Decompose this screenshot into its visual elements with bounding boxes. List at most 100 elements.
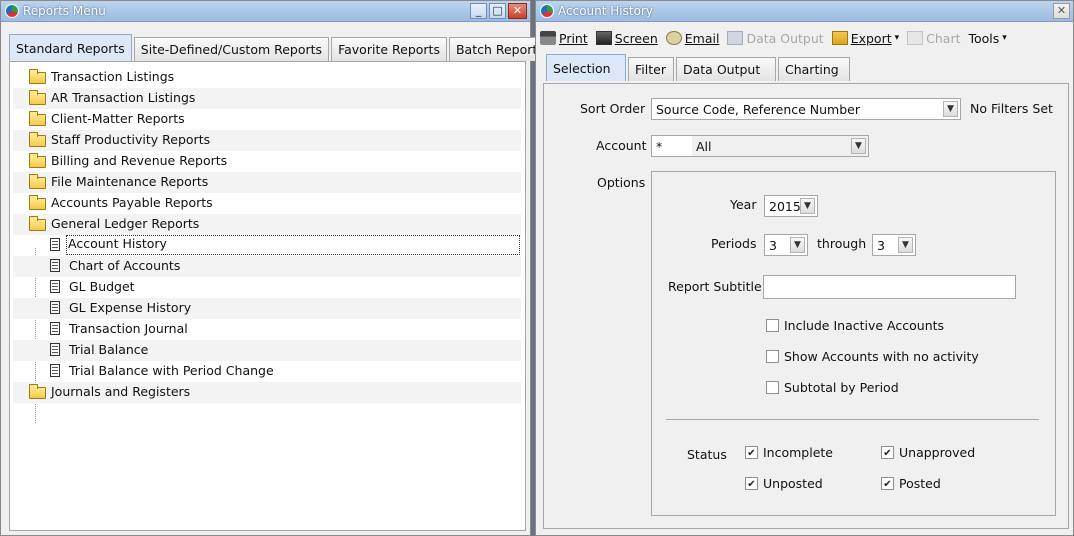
maximize-button[interactable]: □	[489, 3, 506, 19]
tree-report-trial-balance-with-period-change[interactable]: Trial Balance with Period Change	[13, 361, 521, 382]
close-button[interactable]: ✕	[1053, 3, 1070, 19]
account-history-window: Account History ✕ Print Screen Email Dat…	[535, 0, 1074, 536]
tree-report-transaction-journal[interactable]: Transaction Journal	[13, 319, 521, 340]
app-logo-icon	[540, 4, 554, 18]
show-no-activity-checkbox[interactable]: Show Accounts with no activity	[766, 349, 979, 364]
period-from-select[interactable]: 3 ▼	[764, 234, 808, 256]
monitor-icon	[595, 31, 612, 45]
tree-report-account-history[interactable]: Account History	[13, 235, 521, 256]
status-incomplete-checkbox[interactable]: Incomplete	[745, 445, 833, 460]
report-tree-panel: Transaction Listings AR Transaction Listi…	[9, 61, 526, 531]
tree-item-label: Transaction Listings	[51, 69, 175, 84]
folder-icon	[29, 69, 46, 84]
sort-order-select[interactable]: Source Code, Reference Number ▼	[651, 98, 961, 120]
tree-report-gl-expense-history[interactable]: GL Expense History	[13, 298, 521, 319]
tree-folder-file-maintenance-reports[interactable]: File Maintenance Reports	[13, 172, 521, 193]
tab-standard-reports[interactable]: Standard Reports	[9, 34, 132, 61]
tree-item-label: Staff Productivity Reports	[51, 132, 211, 147]
tab-site-defined-reports[interactable]: Site-Defined/Custom Reports	[133, 37, 330, 61]
window-title: Reports Menu	[23, 4, 106, 18]
check-icon[interactable]	[745, 477, 758, 490]
year-label: Year	[730, 197, 757, 212]
close-button[interactable]: ✕	[508, 3, 527, 19]
document-icon	[50, 259, 60, 272]
tree-folder-accounts-payable-reports[interactable]: Accounts Payable Reports	[13, 193, 521, 214]
chevron-down-icon[interactable]: ▼	[851, 138, 866, 154]
tree-folder-transaction-listings[interactable]: Transaction Listings	[13, 67, 521, 88]
report-subtitle-input[interactable]	[763, 275, 1016, 299]
chevron-down-icon: ▾	[894, 33, 900, 43]
status-label: Status	[687, 447, 727, 462]
folder-icon	[29, 195, 46, 210]
export-button[interactable]: Export ▾	[831, 31, 900, 46]
account-history-tabs: Selection Filter Data Output Charting	[546, 54, 850, 81]
tab-filter[interactable]: Filter	[628, 57, 674, 81]
chevron-down-icon[interactable]: ▼	[790, 237, 805, 253]
tree-item-label: Account History	[66, 235, 520, 255]
year-select[interactable]: 2015 ▼	[764, 195, 818, 217]
data-output-button[interactable]: Data Output	[727, 31, 824, 46]
tree-item-label: AR Transaction Listings	[51, 90, 196, 105]
periods-label: Periods	[711, 236, 757, 251]
minimize-button[interactable]: _	[470, 3, 487, 19]
chart-button[interactable]: Chart	[907, 31, 961, 46]
chevron-down-icon[interactable]: ▼	[800, 198, 815, 214]
document-icon	[50, 280, 60, 293]
email-button[interactable]: Email	[665, 31, 719, 46]
tree-item-label: Chart of Accounts	[69, 258, 181, 273]
options-label: Options	[597, 175, 646, 190]
folder-icon	[29, 90, 46, 105]
chevron-down-icon[interactable]: ▼	[898, 237, 913, 253]
tree-folder-ar-transaction-listings[interactable]: AR Transaction Listings	[13, 88, 521, 109]
export-icon	[831, 31, 848, 45]
period-to-select[interactable]: 3 ▼	[872, 234, 916, 256]
document-icon	[50, 238, 60, 251]
tree-folder-staff-productivity-reports[interactable]: Staff Productivity Reports	[13, 130, 521, 151]
folder-icon	[29, 132, 46, 147]
checkbox-box[interactable]	[766, 381, 779, 394]
checkbox-box[interactable]	[766, 350, 779, 363]
folder-icon	[29, 174, 46, 189]
tree-report-gl-budget[interactable]: GL Budget	[13, 277, 521, 298]
sort-order-label: Sort Order	[580, 101, 646, 116]
report-tabs: Standard Reports Site-Defined/Custom Rep…	[9, 34, 551, 61]
data-output-icon	[727, 31, 744, 45]
reports-titlebar[interactable]: Reports Menu _ □ ✕	[1, 1, 530, 22]
options-group: Year 2015 ▼ Periods 3 ▼ through 3 ▼ Repo…	[651, 171, 1056, 516]
status-unapproved-checkbox[interactable]: Unapproved	[881, 445, 975, 460]
tab-favorite-reports[interactable]: Favorite Reports	[331, 37, 447, 61]
tab-selection[interactable]: Selection	[546, 54, 626, 81]
status-unposted-checkbox[interactable]: Unposted	[745, 476, 823, 491]
account-code: *	[656, 139, 663, 154]
tree-item-label: GL Budget	[69, 279, 135, 294]
tab-data-output[interactable]: Data Output	[676, 57, 776, 81]
subtotal-by-period-checkbox[interactable]: Subtotal by Period	[766, 380, 899, 395]
tab-charting[interactable]: Charting	[778, 57, 850, 81]
check-icon[interactable]	[881, 446, 894, 459]
tree-item-label: Accounts Payable Reports	[51, 195, 213, 210]
check-icon[interactable]	[745, 446, 758, 459]
tree-folder-client-matter-reports[interactable]: Client-Matter Reports	[13, 109, 521, 130]
printer-icon	[540, 31, 556, 45]
tree-report-trial-balance[interactable]: Trial Balance	[13, 340, 521, 361]
checkbox-box[interactable]	[766, 319, 779, 332]
include-inactive-checkbox[interactable]: Include Inactive Accounts	[766, 318, 944, 333]
check-icon[interactable]	[881, 477, 894, 490]
account-history-titlebar[interactable]: Account History ✕	[536, 1, 1073, 22]
tree-folder-journals-and-registers[interactable]: Journals and Registers	[13, 382, 521, 403]
tree-item-label: File Maintenance Reports	[51, 174, 209, 189]
document-icon	[50, 322, 60, 335]
tree-item-label: Client-Matter Reports	[51, 111, 185, 126]
chevron-down-icon[interactable]: ▼	[943, 101, 958, 117]
status-posted-checkbox[interactable]: Posted	[881, 476, 941, 491]
screen-button[interactable]: Screen	[595, 31, 658, 46]
account-value: All	[696, 139, 712, 154]
tree-report-chart-of-accounts[interactable]: Chart of Accounts	[13, 256, 521, 277]
account-select[interactable]: * All ▼	[651, 135, 869, 157]
print-button[interactable]: Print	[540, 31, 588, 46]
filters-status: No Filters Set	[970, 101, 1053, 116]
tree-folder-general-ledger-reports[interactable]: General Ledger Reports	[13, 214, 521, 235]
tree-folder-billing-and-revenue-reports[interactable]: Billing and Revenue Reports	[13, 151, 521, 172]
through-label: through	[817, 236, 867, 251]
tools-menu[interactable]: Tools ▾	[969, 31, 1007, 46]
